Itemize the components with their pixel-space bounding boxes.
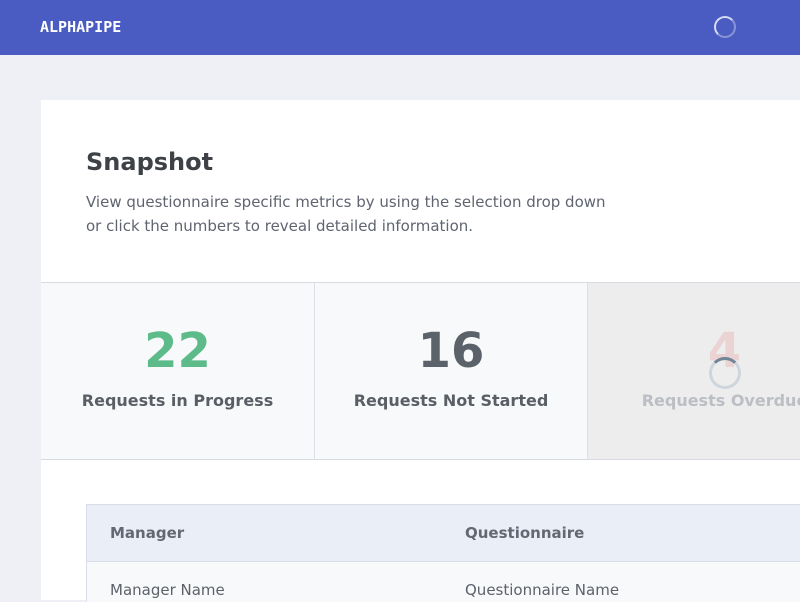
loading-spinner-icon (709, 357, 741, 389)
metric-label: Requests Overdue (641, 391, 800, 410)
metric-requests-in-progress[interactable]: 22 Requests in Progress (41, 283, 315, 459)
app-logo[interactable]: ALPHAPIPE (40, 18, 121, 36)
table-row[interactable]: Manager Name Questionnaire Name (87, 562, 800, 602)
questionnaire-name-cell: Questionnaire Name (465, 581, 620, 599)
questionnaire-table: Manager Questionnaire Manager Name Quest… (86, 504, 800, 602)
table-header: Manager Questionnaire (87, 505, 800, 562)
snapshot-description: View questionnaire specific metrics by u… (86, 193, 606, 235)
snapshot-card: Snapshot View questionnaire specific met… (41, 100, 800, 602)
top-navigation-bar: ALPHAPIPE (0, 0, 800, 55)
metric-value[interactable]: 16 (315, 323, 587, 379)
metric-value[interactable]: 4 (588, 323, 800, 379)
column-header-manager[interactable]: Manager (110, 524, 184, 542)
metric-requests-not-started[interactable]: 16 Requests Not Started (315, 283, 588, 459)
metric-label: Requests in Progress (81, 391, 274, 410)
manager-name-cell: Manager Name (110, 581, 225, 599)
metric-requests-overdue[interactable]: 4 Requests Overdue (588, 283, 800, 459)
metric-label: Requests Not Started (353, 391, 549, 410)
column-header-questionnaire[interactable]: Questionnaire (465, 524, 584, 542)
metric-value[interactable]: 22 (41, 323, 314, 379)
metrics-strip: 22 Requests in Progress 16 Requests Not … (41, 282, 800, 460)
loading-spinner-icon (714, 16, 736, 38)
page-title: Snapshot (86, 148, 214, 176)
